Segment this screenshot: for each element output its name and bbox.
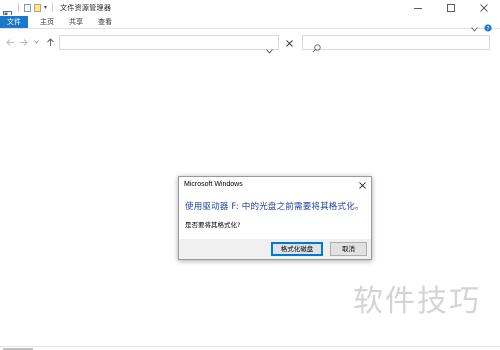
properties-icon[interactable] <box>24 3 31 12</box>
arrow-right-icon <box>20 38 28 46</box>
dialog-question: 是否要将其格式化? <box>185 221 241 229</box>
clear-address-button[interactable] <box>282 37 296 49</box>
customize-toolbar-icon[interactable]: ▾ <box>44 4 47 11</box>
new-folder-icon[interactable] <box>34 3 41 12</box>
cancel-button[interactable]: 取消 <box>330 242 367 256</box>
close-icon <box>358 181 366 189</box>
minimize-icon <box>413 7 422 9</box>
tab-home[interactable]: 主页 <box>36 16 58 28</box>
arrow-up-icon <box>46 38 54 46</box>
up-button[interactable] <box>45 36 55 48</box>
format-disk-dialog: Microsoft Windows 使用驱动器 F: 中的光盘之前需要将其格式化… <box>178 176 372 260</box>
close-icon <box>479 3 488 12</box>
search-icon <box>312 38 321 57</box>
close-button[interactable] <box>467 0 500 15</box>
search-box[interactable] <box>302 35 490 53</box>
status-bar <box>0 346 500 350</box>
ribbon-tab-bar: 文件 主页 共享 查看 ? <box>0 15 500 32</box>
dialog-message: 使用驱动器 F: 中的光盘之前需要将其格式化。 <box>185 202 364 212</box>
chevron-down-icon <box>33 40 39 44</box>
maximize-icon <box>446 3 455 12</box>
back-button[interactable] <box>5 36 15 48</box>
toolbar-separator <box>18 3 19 12</box>
minimize-button[interactable] <box>401 0 434 15</box>
vertical-scrollbar[interactable] <box>492 31 500 350</box>
close-icon <box>285 39 293 47</box>
window-title: 文件资源管理器 <box>60 3 112 12</box>
dialog-title: Microsoft Windows <box>184 181 243 188</box>
dialog-footer: 格式化磁盘 取消 <box>179 239 371 259</box>
navigation-bar <box>0 31 500 54</box>
title-bar: ▾ 文件资源管理器 <box>0 0 500 19</box>
tab-file[interactable]: 文件 <box>0 16 28 28</box>
quick-access-toolbar: ▾ <box>16 3 55 12</box>
toolbar-separator <box>52 3 54 12</box>
explorer-app-icon[interactable] <box>3 4 12 19</box>
chevron-down-icon <box>266 49 273 54</box>
maximize-button[interactable] <box>434 0 467 15</box>
dialog-body: 使用驱动器 F: 中的光盘之前需要将其格式化。 是否要将其格式化? <box>179 194 371 239</box>
window-controls <box>401 0 500 15</box>
tab-share[interactable]: 共享 <box>65 16 87 28</box>
address-history-button[interactable] <box>266 39 273 58</box>
address-bar[interactable] <box>59 35 279 50</box>
dialog-close-button[interactable] <box>357 180 367 190</box>
tab-view[interactable]: 查看 <box>94 16 116 28</box>
format-disk-button[interactable]: 格式化磁盘 <box>271 242 323 256</box>
forward-button[interactable] <box>19 36 29 48</box>
recent-locations-button[interactable] <box>32 36 40 48</box>
dialog-title-bar: Microsoft Windows <box>179 177 371 194</box>
arrow-left-icon <box>6 38 14 46</box>
watermark-text: 软件技巧 <box>353 284 481 319</box>
